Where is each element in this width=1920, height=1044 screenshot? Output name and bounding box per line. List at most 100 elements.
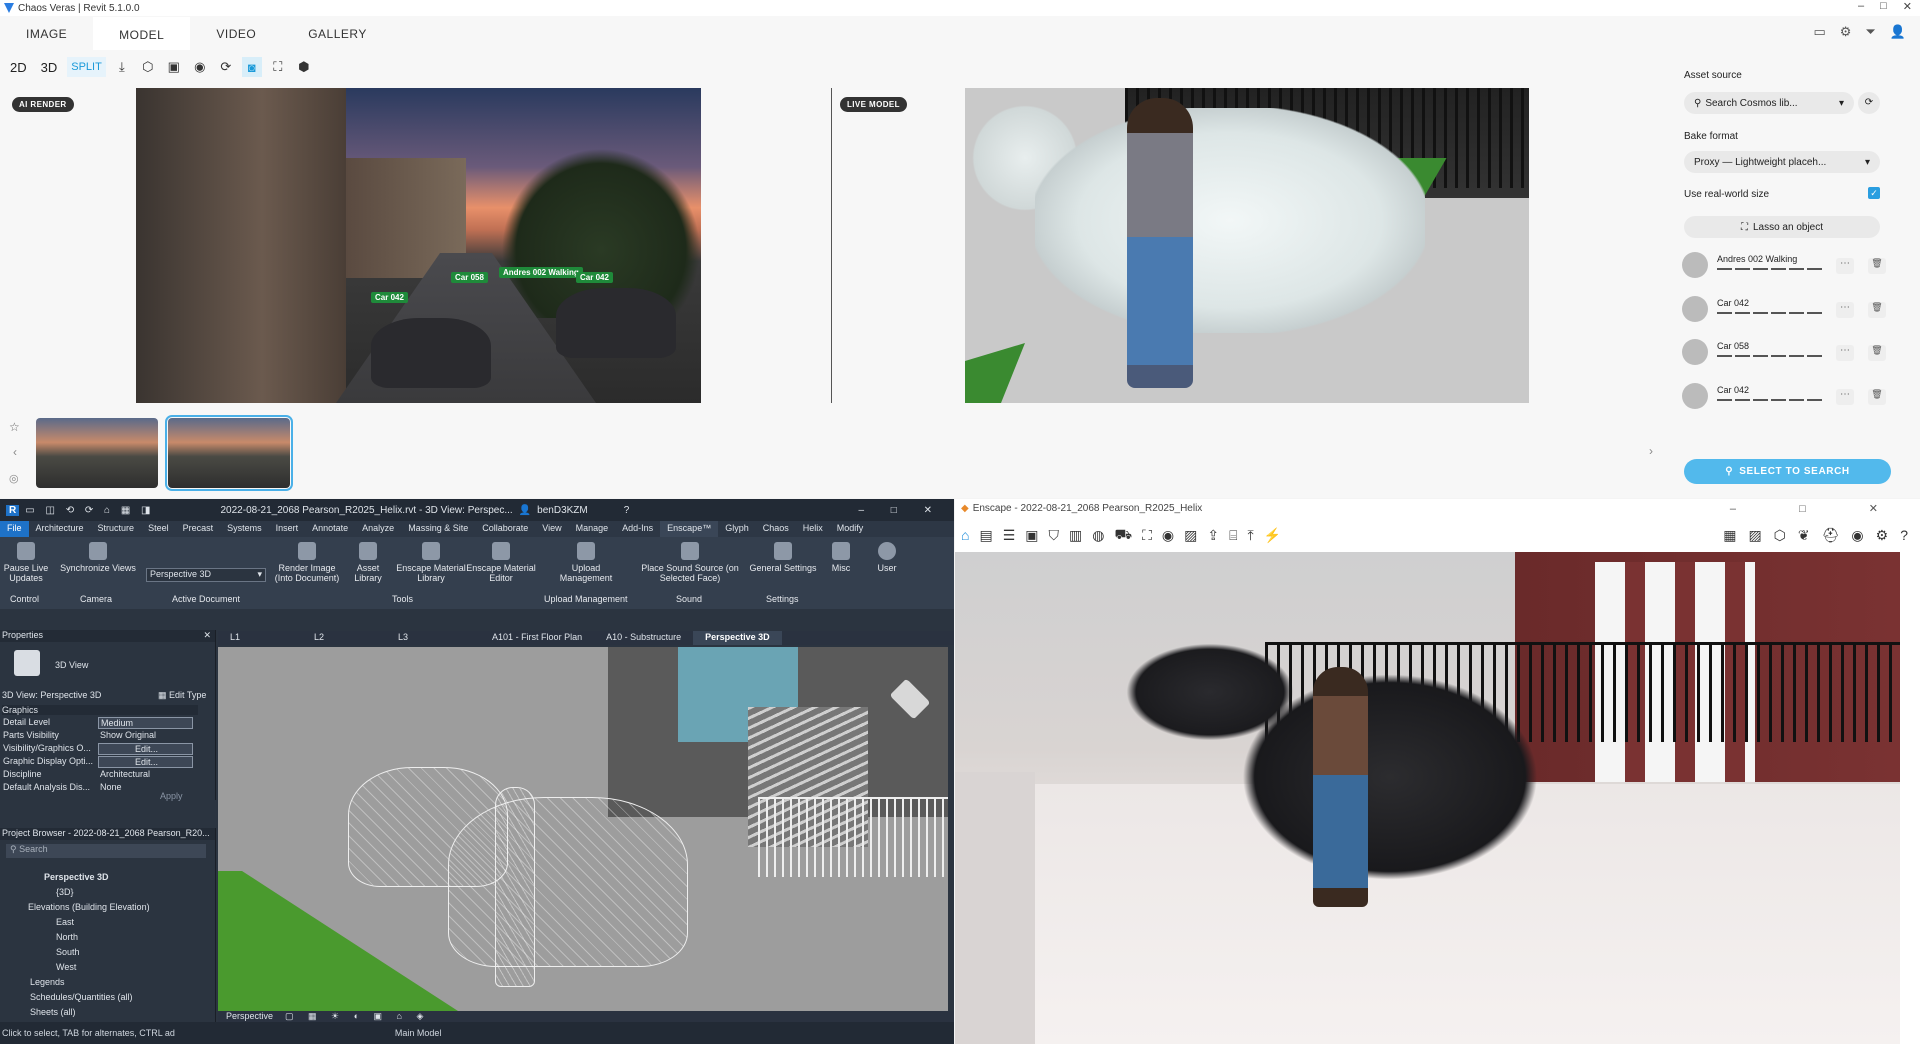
cube-icon[interactable]: ⬡ [138, 57, 158, 77]
browser-search[interactable]: ⚲ Search [6, 844, 206, 858]
browser-item[interactable]: Legends [30, 977, 65, 987]
menu-analyze[interactable]: Analyze [355, 521, 401, 537]
menu-insert[interactable]: Insert [269, 521, 306, 537]
chevron-right-icon[interactable]: › [1649, 444, 1653, 458]
bake-format-dropdown[interactable]: Proxy — Lightweight placeh... ▾ [1684, 151, 1880, 173]
property-value[interactable]: Show Original [98, 730, 193, 740]
capture-icon[interactable]: ⛶ [1142, 527, 1152, 544]
help-icon[interactable]: ? [1900, 527, 1908, 544]
settings-small-icon[interactable]: ◎ [9, 472, 19, 485]
view-bar-label[interactable]: Perspective [226, 1011, 273, 1021]
menu-precast[interactable]: Precast [176, 521, 221, 537]
vr-icon[interactable]: ⌸ [1229, 527, 1237, 544]
box-icon[interactable]: ⬢ [294, 57, 314, 77]
helmet-icon[interactable]: ⛑ [1822, 527, 1840, 544]
shield-icon[interactable]: ⛉ [1049, 527, 1060, 544]
browser-item[interactable]: Perspective 3D [44, 872, 109, 882]
view-tab-perspective[interactable]: Perspective 3D [693, 631, 782, 645]
browser-item[interactable]: Schedules/Quantities (all) [30, 992, 133, 1002]
graphics-section[interactable]: Graphics [2, 705, 198, 715]
capture-icon[interactable]: ⛶ [268, 57, 288, 77]
render-tag-car-058[interactable]: Car 058 [451, 272, 488, 283]
upload-management-button[interactable]: Upload Management [555, 542, 617, 583]
misc-button[interactable]: Misc [826, 542, 856, 573]
filter-icon[interactable]: ⏷ [1865, 24, 1875, 40]
menu-systems[interactable]: Systems [220, 521, 269, 537]
lasso-object-button[interactable]: ⛶ Lasso an object [1684, 216, 1880, 238]
browser-item[interactable]: South [56, 947, 80, 957]
general-settings-button[interactable]: General Settings [748, 542, 818, 573]
window-controls[interactable]: – □ ✕ [1730, 502, 1908, 515]
menu-annotate[interactable]: Annotate [305, 521, 355, 537]
leaf-icon[interactable]: ❦ [1798, 527, 1810, 544]
browser-item[interactable]: Sheets (all) [30, 1007, 76, 1017]
menu-enscape[interactable]: Enscape™ [660, 521, 719, 537]
refresh-icon[interactable]: ⟳ [216, 57, 236, 77]
folder-icon[interactable]: ▭ [1813, 24, 1825, 40]
image-icon[interactable]: ▨ [1184, 527, 1197, 544]
view-tab-a101[interactable]: A101 - First Floor Plan [480, 631, 594, 645]
edit-type-button[interactable]: ▦ Edit Type [158, 690, 206, 701]
asset-source-dropdown[interactable]: ⚲ Search Cosmos lib... ▾ [1684, 92, 1854, 114]
menu-addins[interactable]: Add-Ins [615, 521, 660, 537]
menu-file[interactable]: File [0, 521, 29, 537]
active-model[interactable]: Main Model [395, 1028, 442, 1038]
close-icon[interactable]: ✕ [1903, 0, 1912, 13]
close-icon[interactable]: ✕ [203, 630, 211, 641]
pause-live-updates-button[interactable]: Pause Live Updates [2, 542, 50, 583]
monitor-icon[interactable]: ▣ [1025, 527, 1038, 544]
bookmark-icon[interactable]: ⛟ [1114, 526, 1132, 545]
revit-3d-viewport[interactable] [218, 647, 948, 1011]
thumbnail-selected[interactable] [165, 415, 293, 491]
asset-icon[interactable]: ▦ [1723, 527, 1736, 544]
star-icon[interactable]: ☆ [9, 420, 20, 434]
select-to-search-button[interactable]: ⚲ SELECT TO SEARCH [1684, 459, 1891, 484]
property-value[interactable]: Edit... [98, 743, 193, 755]
browser-item[interactable]: {3D} [56, 887, 74, 897]
trash-icon[interactable]: 🗑 [1868, 258, 1886, 274]
render-tag-andres[interactable]: Andres 002 Walking [499, 267, 583, 278]
more-icon[interactable]: ⋯ [1836, 345, 1854, 361]
browser-item[interactable]: West [56, 962, 76, 972]
result-item[interactable]: Car 042 ⋯ 🗑 [1682, 292, 1886, 326]
globe-icon[interactable]: ◍ [1092, 527, 1104, 544]
instance-selector[interactable]: 3D View: Perspective 3D [2, 690, 101, 700]
download-icon[interactable]: ⤓ [112, 57, 132, 77]
result-item[interactable]: Car 042 ⋯ 🗑 [1682, 379, 1886, 413]
camera-icon[interactable]: ◙ [241, 57, 262, 77]
views-icon[interactable]: ▤ [979, 527, 992, 544]
view-tab-l2[interactable]: L2 [302, 631, 336, 645]
asset-library-button[interactable]: Asset Library [342, 542, 394, 583]
building-icon[interactable]: ▥ [1069, 527, 1082, 544]
property-value[interactable]: Edit... [98, 756, 193, 768]
material-library-button[interactable]: Enscape Material Library [396, 542, 466, 583]
tab-image[interactable]: IMAGE [0, 17, 93, 50]
menu-view[interactable]: View [535, 521, 568, 537]
menu-steel[interactable]: Steel [141, 521, 176, 537]
cube-icon[interactable]: ⬡ [1774, 527, 1786, 544]
revit-user[interactable]: benD3KZM [537, 505, 588, 516]
place-sound-button[interactable]: Place Sound Source (on Selected Face) [638, 542, 742, 583]
live-model-view[interactable] [965, 88, 1529, 403]
enscape-render-view[interactable] [955, 552, 1900, 1044]
properties-type[interactable]: 3D View [55, 660, 88, 670]
home-icon[interactable]: ⌂ [961, 527, 969, 543]
tab-model[interactable]: MODEL [93, 17, 191, 50]
help-icon[interactable]: ? [624, 505, 630, 516]
more-icon[interactable]: ⋯ [1836, 389, 1854, 405]
trash-icon[interactable]: 🗑 [1868, 389, 1886, 405]
upload-icon[interactable]: ⤒ [1247, 527, 1253, 544]
user-button[interactable]: User [870, 542, 904, 573]
trash-icon[interactable]: 🗑 [1868, 302, 1886, 318]
trash-icon[interactable]: 🗑 [1868, 345, 1886, 361]
more-icon[interactable]: ⋯ [1836, 302, 1854, 318]
lightning-icon[interactable]: ⚡ [1264, 527, 1281, 544]
menu-modify[interactable]: Modify [830, 521, 871, 537]
property-value[interactable]: Architectural [98, 769, 193, 779]
menu-collaborate[interactable]: Collaborate [475, 521, 535, 537]
layers-icon[interactable]: ☰ [1003, 527, 1016, 544]
view-tab-l1[interactable]: L1 [218, 631, 252, 645]
menu-manage[interactable]: Manage [569, 521, 616, 537]
menu-massing[interactable]: Massing & Site [401, 521, 475, 537]
export-icon[interactable]: ⇪ [1207, 527, 1219, 544]
